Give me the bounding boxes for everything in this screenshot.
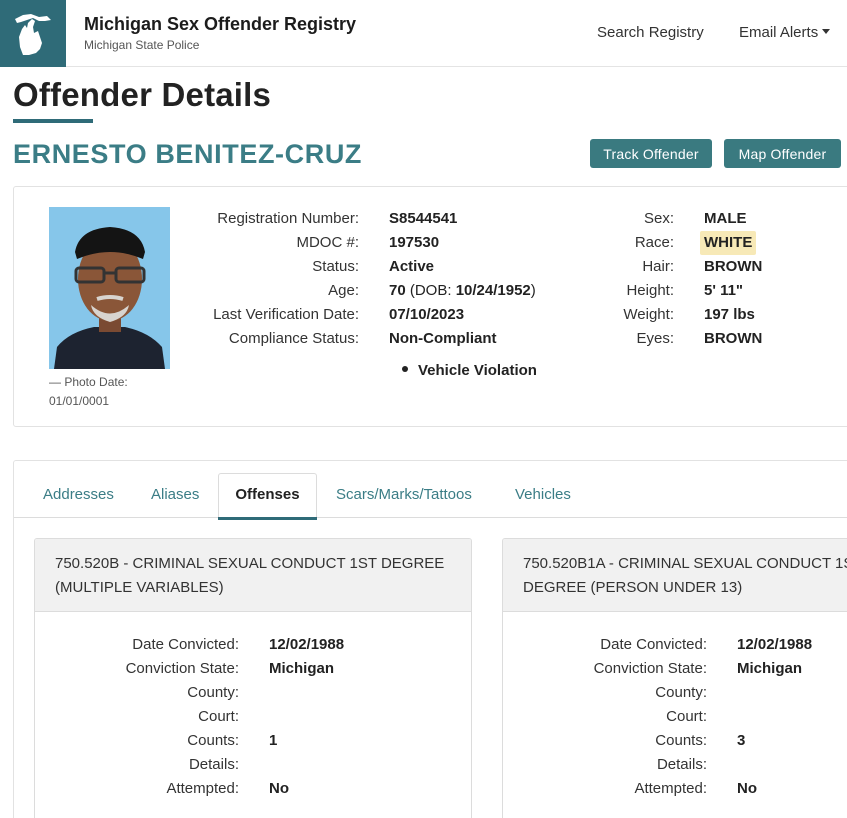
offense-field-row: Date Convicted: 12/02/1988 bbox=[35, 633, 471, 657]
offense-field-value: Michigan bbox=[269, 660, 335, 677]
detail-value-highlighted: WHITE bbox=[700, 231, 757, 255]
offender-name: ERNESTO BENITEZ-CRUZ bbox=[13, 139, 363, 169]
detail-label: Weight: bbox=[623, 306, 674, 323]
offense-field-row: Details: bbox=[503, 753, 847, 777]
detail-label: Status: bbox=[312, 258, 359, 275]
offense-field-label: County: bbox=[655, 684, 707, 701]
detail-label: Sex: bbox=[643, 210, 674, 227]
offense-field-label: Court: bbox=[198, 708, 239, 725]
offense-field-value: 3 bbox=[737, 732, 746, 749]
offense-field-value: No bbox=[269, 780, 289, 797]
offense-field-value: No bbox=[737, 780, 757, 797]
offense-field-value: 1 bbox=[269, 732, 278, 749]
site-title[interactable]: Michigan Sex Offender Registry bbox=[84, 14, 356, 35]
offense-field-row: Counts: 3 bbox=[503, 729, 847, 753]
detail-value: BROWN bbox=[704, 258, 763, 275]
chevron-down-icon bbox=[822, 29, 831, 34]
dob-suffix: ) bbox=[530, 282, 536, 299]
page-title: Offender Details bbox=[13, 76, 272, 113]
tabs-divider bbox=[14, 517, 847, 518]
tab-scars-marks-tattoos[interactable]: Scars/Marks/Tattoos bbox=[336, 486, 472, 503]
offense-field-row: Court: bbox=[35, 705, 471, 729]
offense-title-line: 750.520B1A - CRIMINAL SEXUAL CONDUCT 1ST bbox=[523, 555, 847, 572]
offense-field-row: County: bbox=[35, 681, 471, 705]
offense-card-header: 750.520B1A - CRIMINAL SEXUAL CONDUCT 1ST… bbox=[503, 539, 847, 612]
offense-field-label: Conviction State: bbox=[125, 660, 239, 677]
offense-field-label: Attempted: bbox=[166, 780, 239, 797]
offense-field-label: Date Convicted: bbox=[600, 636, 707, 653]
offense-field-row: Attempted: No bbox=[35, 777, 471, 801]
detail-value: Active bbox=[389, 258, 435, 275]
offense-title-line: DEGREE (PERSON UNDER 13) bbox=[523, 579, 743, 596]
detail-label: MDOC #: bbox=[296, 234, 359, 251]
detail-value: 5' 11" bbox=[704, 282, 744, 299]
offense-field-label: County: bbox=[187, 684, 239, 701]
detail-value: S8544541 bbox=[389, 210, 458, 227]
detail-label: Age: bbox=[328, 282, 359, 299]
offense-field-row: County: bbox=[503, 681, 847, 705]
offense-field-row: Date Convicted: 12/02/1988 bbox=[503, 633, 847, 657]
offense-field-label: Details: bbox=[656, 756, 707, 773]
offense-field-row: Court: bbox=[503, 705, 847, 729]
detail-value: MALE bbox=[704, 210, 747, 227]
age-value: 70 bbox=[389, 282, 406, 299]
site-subtitle: Michigan State Police bbox=[84, 38, 200, 52]
offense-field-row: Attempted: No bbox=[503, 777, 847, 801]
tab-offenses[interactable]: Offenses bbox=[218, 473, 317, 520]
site-header: Michigan Sex Offender Registry Michigan … bbox=[0, 0, 847, 67]
offense-field-label: Conviction State: bbox=[593, 660, 707, 677]
offense-field-label: Date Convicted: bbox=[132, 636, 239, 653]
offense-card-header: 750.520B - CRIMINAL SEXUAL CONDUCT 1ST D… bbox=[35, 539, 471, 612]
offense-title: 750.520B - CRIMINAL SEXUAL CONDUCT 1ST D… bbox=[55, 555, 445, 596]
detail-label: Race: bbox=[634, 234, 674, 251]
detail-value: 07/10/2023 bbox=[389, 306, 465, 323]
track-offender-button[interactable]: Track Offender bbox=[590, 139, 712, 168]
compliance-violation-text: Vehicle Violation bbox=[418, 362, 537, 379]
offense-field-row: Details: bbox=[35, 753, 471, 777]
tab-aliases[interactable]: Aliases bbox=[151, 486, 199, 503]
offense-field-row: Counts: 1 bbox=[35, 729, 471, 753]
michigan-logo-icon[interactable] bbox=[0, 0, 66, 67]
dob-value: 10/24/1952 bbox=[455, 282, 531, 299]
offense-field-label: Counts: bbox=[187, 732, 239, 749]
detail-label: Last Verification Date: bbox=[213, 306, 359, 323]
offense-field-label: Details: bbox=[188, 756, 239, 773]
offense-field-value: Michigan bbox=[737, 660, 803, 677]
detail-label: Eyes: bbox=[636, 330, 674, 347]
detail-label: Registration Number: bbox=[217, 210, 359, 227]
nav-email-alerts[interactable]: Email Alerts bbox=[739, 24, 831, 41]
active-tab-indicator bbox=[218, 517, 317, 520]
offense-field-label: Counts: bbox=[655, 732, 707, 749]
detail-value: Non-Compliant bbox=[389, 330, 497, 347]
tab-vehicles[interactable]: Vehicles bbox=[515, 486, 571, 503]
offense-card: 750.520B1A - CRIMINAL SEXUAL CONDUCT 1ST… bbox=[502, 538, 847, 818]
offense-field-value: 12/02/1988 bbox=[269, 636, 345, 653]
offense-field-label: Attempted: bbox=[634, 780, 707, 797]
offender-photo bbox=[49, 207, 170, 369]
offense-field-row: Conviction State: Michigan bbox=[35, 657, 471, 681]
detail-label: Compliance Status: bbox=[228, 330, 359, 347]
tab-addresses[interactable]: Addresses bbox=[43, 486, 114, 503]
detail-value: 70 (DOB: 10/24/1952) bbox=[389, 279, 536, 303]
detail-label: Hair: bbox=[642, 258, 674, 275]
dob-prefix: (DOB: bbox=[409, 282, 456, 299]
offense-field-row: Conviction State: Michigan bbox=[503, 657, 847, 681]
compliance-violation-item: Vehicle Violation bbox=[402, 359, 537, 383]
nav-search-registry[interactable]: Search Registry bbox=[597, 24, 704, 41]
photo-date-caption: — Photo Date: 01/01/0001 bbox=[49, 375, 128, 408]
detail-value: 197530 bbox=[389, 234, 440, 251]
offense-card: 750.520B - CRIMINAL SEXUAL CONDUCT 1ST D… bbox=[34, 538, 472, 818]
tab-offenses-label: Offenses bbox=[235, 486, 300, 503]
offense-field-value: 12/02/1988 bbox=[737, 636, 813, 653]
offense-field-label: Court: bbox=[666, 708, 707, 725]
title-underline bbox=[13, 119, 93, 123]
bullet-icon bbox=[402, 366, 408, 372]
detail-value: 197 lbs bbox=[704, 306, 755, 323]
nav-email-alerts-label: Email Alerts bbox=[739, 24, 819, 41]
map-offender-button[interactable]: Map Offender bbox=[724, 139, 841, 168]
detail-value: BROWN bbox=[704, 330, 763, 347]
offense-title: 750.520B1A - CRIMINAL SEXUAL CONDUCT 1ST… bbox=[523, 552, 847, 600]
detail-label: Height: bbox=[626, 282, 674, 299]
